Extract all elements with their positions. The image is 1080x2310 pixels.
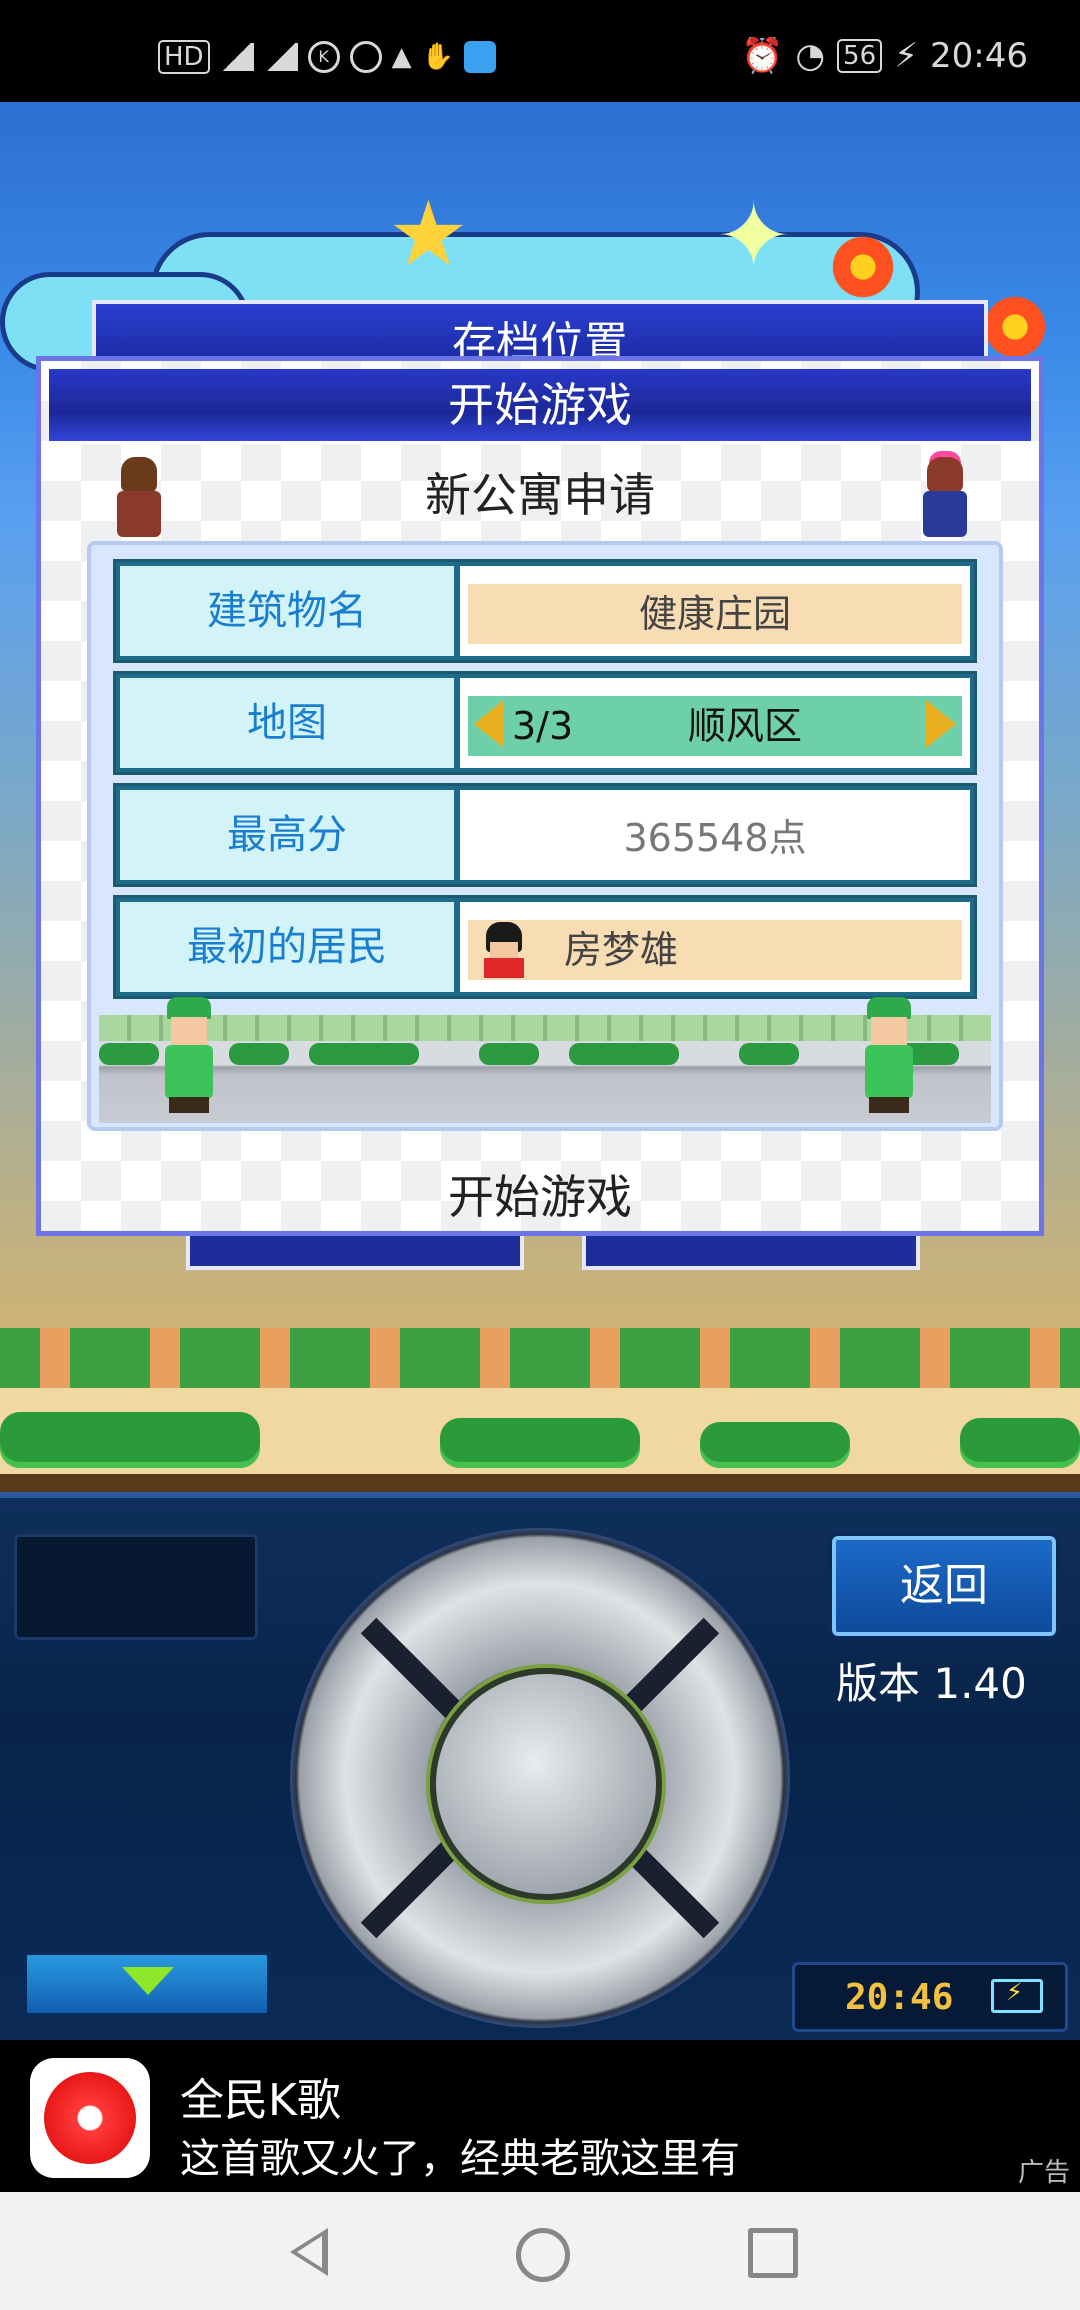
nav-back-icon[interactable] [290,2228,328,2276]
high-score-value: 365548点 [623,816,807,860]
navigation-bar [0,2192,1080,2310]
ad-description[interactable]: 这首歌又火了，经典老歌这里有 [180,2126,740,2184]
guard-character-right [859,997,919,1117]
first-resident-label: 最初的居民 [120,902,454,992]
first-resident-name: 房梦雄 [564,928,679,972]
status-right-icons: ⏰ ◔ 56 ⚡ 20:46 [741,36,1028,76]
info-panel: 建筑物名 健康庄园 地图 3/3 顺风区 最高分 365548点 最初的居民 房… [87,541,1003,1131]
alarm-icon: ⏰ [741,36,784,76]
signal-icon [219,43,254,71]
dpad-center-button[interactable] [430,1668,662,1900]
building-name-label: 建筑物名 [120,566,454,656]
status-bar: HD K ▲ ✋ ⏰ ◔ 56 ⚡ 20:46 [0,0,1080,102]
street-scene [99,1015,991,1123]
dialog-title: 开始游戏 [49,369,1031,445]
street-bush [479,1043,539,1065]
nav-recents-icon[interactable] [748,2228,798,2278]
map-label: 地图 [120,678,454,768]
4g-signal-icon [263,43,298,71]
map-selector: 3/3 顺风区 [468,696,962,756]
resident-avatar-icon [480,922,528,978]
game-clock: 20:46 [792,1962,1068,2032]
hedge [960,1418,1080,1468]
app-icon [463,41,496,73]
first-resident-row[interactable]: 最初的居民 房梦雄 [113,895,977,999]
building-name-value[interactable]: 健康庄园 [468,584,962,644]
street-bush [739,1043,799,1065]
star-icon: ★ [388,182,469,287]
ad-title[interactable]: 全民K歌 [180,2064,341,2128]
status-left-icons: HD K ▲ ✋ [158,40,496,74]
status-time: 20:46 [930,36,1028,76]
k-app-icon: K [307,41,340,73]
start-game-dialog: 开始游戏 新公寓申请 建筑物名 健康庄园 地图 3/3 顺风区 最高分 3655… [36,356,1044,1236]
sparkle-icon: ✦ [716,184,792,289]
hedge [440,1418,640,1468]
charging-icon: ⚡ [894,36,919,76]
ad-banner[interactable]: 全民K歌 这首歌又火了，经典老歌这里有 广告 [0,2040,1080,2192]
ad-tag: 广告 [1017,2158,1070,2188]
game-clock-time: 20:46 [845,1977,954,2018]
map-next-arrow-icon[interactable] [926,700,956,748]
map-name: 顺风区 [688,704,803,748]
speedometer-icon: ◔ [795,36,826,76]
hd-icon: HD [158,40,210,74]
hand-icon: ✋ [421,42,454,72]
left-display-slot [14,1534,258,1640]
qq-icon: ▲ [391,42,412,72]
dialog-subtitle: 新公寓申请 [425,468,655,522]
guard-character-left [159,997,219,1117]
map-row: 地图 3/3 顺风区 [113,671,977,775]
nav-home-icon[interactable] [516,2228,570,2282]
map-index: 3/3 [512,704,574,748]
high-score-row: 最高分 365548点 [113,783,977,887]
chevron-down-icon [122,1967,174,1995]
back-button[interactable]: 返回 [832,1536,1056,1636]
street-bush [99,1043,159,1065]
resident-avatar-left [111,457,167,537]
start-game-button[interactable]: 开始游戏 [41,1161,1039,1227]
building-name-row[interactable]: 建筑物名 健康庄园 [113,559,977,663]
map-prev-arrow-icon[interactable] [474,700,504,748]
hedge [0,1412,260,1468]
battery-level: 56 [837,39,883,73]
game-controls: 返回 版本 1.40 20:46 [0,1492,1080,2046]
directional-pad[interactable] [290,1528,790,2028]
hedge [700,1422,850,1468]
street-fence [99,1015,991,1041]
version-label: 版本 1.40 [836,1659,1027,1708]
flower-icon [828,232,898,302]
timer-icon [349,41,382,73]
resident-avatar-right [917,457,973,537]
menu-down-button[interactable] [22,1950,272,2018]
battery-charging-icon [991,1978,1043,2013]
street-bush [569,1043,679,1065]
dpad-divider [618,1617,720,1719]
garden-row [0,1328,1080,1388]
flower-icon [980,292,1050,362]
dpad-divider [360,1617,462,1719]
street-bush [229,1043,289,1065]
dpad-divider [360,1837,462,1939]
road-edge [0,1474,1080,1492]
karaoke-app-icon[interactable] [30,2058,150,2178]
high-score-label: 最高分 [120,790,454,880]
street-bush [309,1043,419,1065]
first-resident-value[interactable]: 房梦雄 [468,920,962,980]
